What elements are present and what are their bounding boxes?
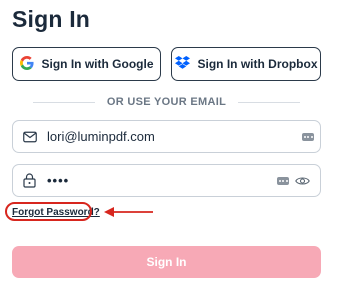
dropbox-signin-label: Sign In with Dropbox — [197, 57, 318, 71]
autofill-key-icon[interactable] — [302, 132, 314, 141]
google-icon — [19, 55, 34, 73]
annotation-highlight-circle — [5, 202, 92, 221]
page-title: Sign In — [12, 6, 91, 32]
divider-line-right — [238, 101, 301, 103]
mail-icon — [23, 129, 39, 145]
email-divider: OR USE YOUR EMAIL — [12, 94, 321, 110]
lock-icon — [23, 173, 39, 189]
divider-line-left — [32, 101, 95, 103]
password-value: •••• — [47, 173, 70, 188]
dropbox-icon — [174, 55, 190, 73]
sign-in-button[interactable]: Sign In — [12, 246, 321, 278]
email-value: lori@luminpdf.com — [47, 129, 155, 144]
autofill-key-icon[interactable] — [277, 176, 289, 185]
email-field[interactable]: lori@luminpdf.com — [12, 120, 321, 153]
password-field[interactable]: •••• — [12, 164, 321, 197]
annotation-arrow-icon — [104, 205, 154, 223]
google-signin-button[interactable]: Sign In with Google — [12, 47, 161, 81]
dropbox-signin-button[interactable]: Sign In with Dropbox — [171, 47, 321, 81]
divider-text: OR USE YOUR EMAIL — [106, 96, 227, 108]
google-signin-label: Sign In with Google — [41, 57, 154, 71]
show-password-icon[interactable] — [295, 176, 310, 186]
